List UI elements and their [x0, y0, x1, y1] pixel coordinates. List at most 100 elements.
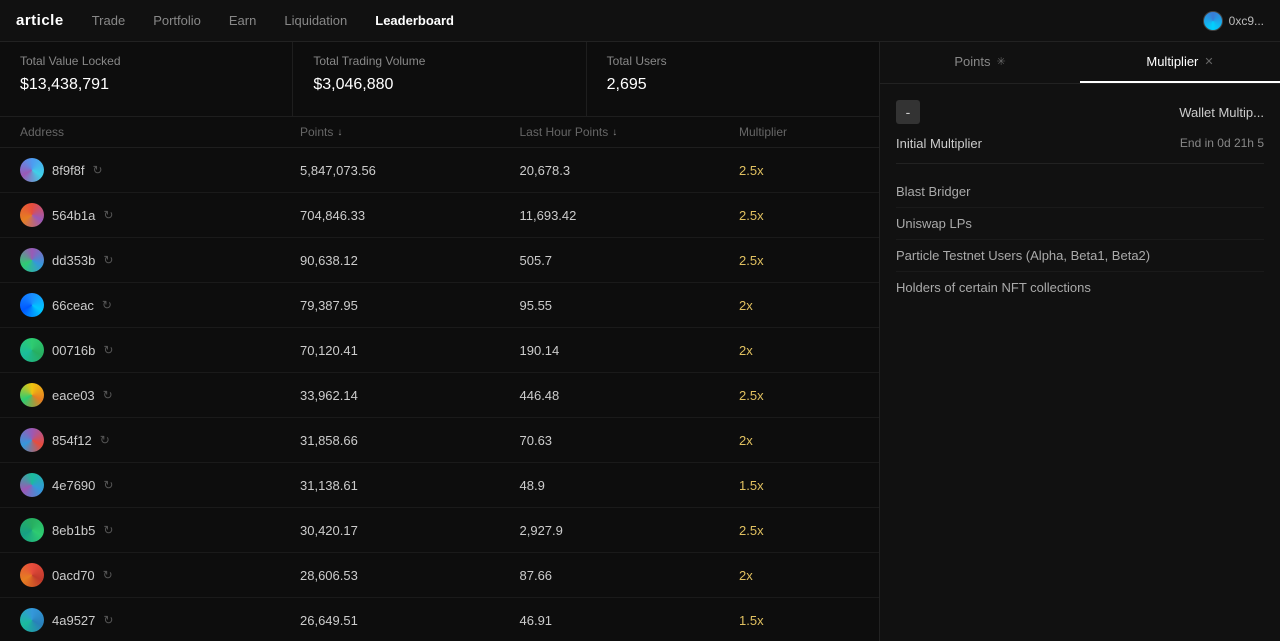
- avatar: [20, 158, 44, 182]
- address-text: 854f12: [52, 433, 92, 448]
- table-row: 8eb1b5 ↻ 30,420.17 2,927.9 2.5x: [0, 508, 879, 553]
- address-cell: 4e7690 ↻: [20, 473, 300, 497]
- address-text: 4e7690: [52, 478, 95, 493]
- logo: article: [16, 12, 64, 29]
- avatar: [20, 383, 44, 407]
- tab-multiplier-label: Multiplier: [1146, 54, 1198, 69]
- refresh-icon[interactable]: ↻: [103, 388, 113, 402]
- table-body: 8f9f8f ↻ 5,847,073.56 20,678.3 2.5x 564b…: [0, 148, 879, 641]
- table-row: 564b1a ↻ 704,846.33 11,693.42 2.5x: [0, 193, 879, 238]
- last-hour-value: 11,693.42: [520, 208, 740, 223]
- stat-volume-label: Total Trading Volume: [313, 54, 565, 68]
- refresh-icon[interactable]: ↻: [103, 478, 113, 492]
- stat-volume-value: $3,046,880: [313, 76, 565, 94]
- avatar: [20, 203, 44, 227]
- stat-tvl-label: Total Value Locked: [20, 54, 272, 68]
- minus-button[interactable]: -: [896, 100, 920, 124]
- nav-liquidation[interactable]: Liquidation: [284, 9, 347, 32]
- multiplier-value: 1.5x: [739, 478, 859, 493]
- table-row: 8f9f8f ↻ 5,847,073.56 20,678.3 2.5x: [0, 148, 879, 193]
- multiplier-value: 2.5x: [739, 253, 859, 268]
- table-row: eace03 ↻ 33,962.14 446.48 2.5x: [0, 373, 879, 418]
- address-cell: 66ceac ↻: [20, 293, 300, 317]
- stat-tvl: Total Value Locked $13,438,791: [0, 42, 293, 116]
- end-time-label: End in 0d 21h 5: [1180, 136, 1264, 151]
- right-content: - Wallet Multip... Initial Multiplier En…: [880, 84, 1280, 319]
- last-hour-value: 20,678.3: [520, 163, 740, 178]
- refresh-icon[interactable]: ↻: [102, 298, 112, 312]
- multiplier-item: Holders of certain NFT collections: [896, 272, 1264, 303]
- multiplier-item: Blast Bridger: [896, 176, 1264, 208]
- address-cell: 8f9f8f ↻: [20, 158, 300, 182]
- multiplier-value: 2.5x: [739, 388, 859, 403]
- table-row: 0acd70 ↻ 28,606.53 87.66 2x: [0, 553, 879, 598]
- points-value: 26,649.51: [300, 613, 520, 628]
- address-text: 00716b: [52, 343, 95, 358]
- address-text: 66ceac: [52, 298, 94, 313]
- left-panel: Total Value Locked $13,438,791 Total Tra…: [0, 42, 880, 641]
- multiplier-item: Particle Testnet Users (Alpha, Beta1, Be…: [896, 240, 1264, 272]
- col-header-address: Address: [20, 125, 300, 139]
- last-hour-value: 46.91: [520, 613, 740, 628]
- points-value: 31,858.66: [300, 433, 520, 448]
- address-cell: 4a9527 ↻: [20, 608, 300, 632]
- stat-users: Total Users 2,695: [587, 42, 879, 116]
- multiplier-value: 2x: [739, 433, 859, 448]
- nav-leaderboard[interactable]: Leaderboard: [375, 9, 454, 32]
- navbar: article Trade Portfolio Earn Liquidation…: [0, 0, 1280, 42]
- table-row: 66ceac ↻ 79,387.95 95.55 2x: [0, 283, 879, 328]
- last-hour-value: 95.55: [520, 298, 740, 313]
- right-tabs: Points ✳ Multiplier ✕: [880, 42, 1280, 84]
- address-cell: 564b1a ↻: [20, 203, 300, 227]
- nav-portfolio[interactable]: Portfolio: [153, 9, 201, 32]
- avatar: [20, 473, 44, 497]
- points-value: 70,120.41: [300, 343, 520, 358]
- tab-points[interactable]: Points ✳: [880, 42, 1080, 83]
- points-value: 79,387.95: [300, 298, 520, 313]
- nav-trade[interactable]: Trade: [92, 9, 125, 32]
- refresh-icon[interactable]: ↻: [103, 568, 113, 582]
- refresh-icon[interactable]: ↻: [103, 613, 113, 627]
- avatar: [20, 563, 44, 587]
- multiplier-close-icon[interactable]: ✕: [1204, 55, 1213, 68]
- address-cell: dd353b ↻: [20, 248, 300, 272]
- points-value: 28,606.53: [300, 568, 520, 583]
- address-text: 4a9527: [52, 613, 95, 628]
- table-header: Address Points ↓ Last Hour Points ↓ Mult…: [0, 117, 879, 148]
- wallet-button[interactable]: 0xc9...: [1203, 11, 1264, 31]
- col-header-points[interactable]: Points ↓: [300, 125, 520, 139]
- avatar: [20, 428, 44, 452]
- refresh-icon[interactable]: ↻: [103, 343, 113, 357]
- wallet-globe-icon: [1203, 11, 1223, 31]
- col-header-last-hour[interactable]: Last Hour Points ↓: [520, 125, 740, 139]
- multiplier-item: Uniswap LPs: [896, 208, 1264, 240]
- stat-users-value: 2,695: [607, 76, 859, 94]
- main-layout: Total Value Locked $13,438,791 Total Tra…: [0, 42, 1280, 641]
- sort-icon: ↓: [337, 127, 342, 138]
- address-text: 0acd70: [52, 568, 95, 583]
- last-hour-value: 446.48: [520, 388, 740, 403]
- multiplier-value: 1.5x: [739, 613, 859, 628]
- refresh-icon[interactable]: ↻: [93, 163, 103, 177]
- refresh-icon[interactable]: ↻: [103, 253, 113, 267]
- points-value: 30,420.17: [300, 523, 520, 538]
- avatar: [20, 518, 44, 542]
- avatar: [20, 293, 44, 317]
- sort-last-hour-icon: ↓: [612, 127, 617, 138]
- multiplier-header: - Wallet Multip...: [896, 100, 1264, 124]
- last-hour-value: 70.63: [520, 433, 740, 448]
- tab-points-label: Points: [954, 54, 990, 69]
- refresh-icon[interactable]: ↻: [100, 433, 110, 447]
- tab-multiplier[interactable]: Multiplier ✕: [1080, 42, 1280, 83]
- multiplier-value: 2.5x: [739, 163, 859, 178]
- points-value: 33,962.14: [300, 388, 520, 403]
- nav-earn[interactable]: Earn: [229, 9, 256, 32]
- avatar: [20, 608, 44, 632]
- table-row: dd353b ↻ 90,638.12 505.7 2.5x: [0, 238, 879, 283]
- refresh-icon[interactable]: ↻: [103, 523, 113, 537]
- address-cell: eace03 ↻: [20, 383, 300, 407]
- refresh-icon[interactable]: ↻: [103, 208, 113, 222]
- initial-multiplier-label: Initial Multiplier: [896, 136, 982, 151]
- stats-row: Total Value Locked $13,438,791 Total Tra…: [0, 42, 879, 117]
- avatar: [20, 248, 44, 272]
